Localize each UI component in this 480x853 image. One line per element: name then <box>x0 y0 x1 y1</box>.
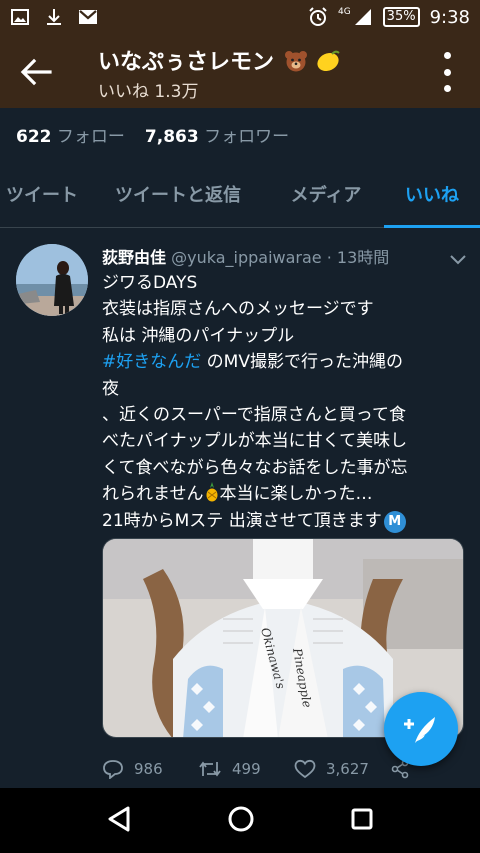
heart-icon <box>294 759 316 779</box>
profile-tabs: ツイート ツイートと返信 メディア いいね <box>0 160 480 228</box>
more-vertical-icon-dot <box>443 68 451 76</box>
header-separator: · <box>321 248 337 267</box>
more-vertical-icon <box>443 52 451 59</box>
lemon-icon <box>317 50 341 71</box>
tweet-text: ジワるDAYS 衣装は指原さんへのメッセージです 私は 沖縄のパイナップル #好… <box>102 270 466 534</box>
square-recents-icon <box>351 808 373 829</box>
tab-tweets-and-replies[interactable]: ツイートと返信 <box>88 160 268 228</box>
network-type: 4G <box>337 7 351 17</box>
tweet-line: 私は 沖縄のパイナップル <box>102 325 295 346</box>
alarm-icon <box>308 7 328 27</box>
circle-home-icon <box>228 806 254 831</box>
tweet-line: 夜 <box>102 378 119 399</box>
back-button[interactable] <box>18 54 54 90</box>
triangle-back-icon <box>108 806 130 831</box>
reply-count: 986 <box>134 760 163 778</box>
like-count: 3,627 <box>326 760 369 778</box>
tab-tweets[interactable]: ツイート <box>0 160 88 228</box>
android-nav-bar <box>0 788 480 853</box>
gmail-icon <box>78 7 98 27</box>
followers-label: フォロワー <box>204 126 290 147</box>
download-icon <box>44 7 64 27</box>
tweet-line: くて食べながら色々なお話をした事が忘 <box>102 457 408 478</box>
profile-counts: 622 フォロー 7,863 フォロワー <box>0 108 480 160</box>
author-handle[interactable]: @yuka_ippaiwarae <box>171 248 322 267</box>
nav-back-button[interactable] <box>106 805 132 837</box>
retweet-icon <box>199 761 221 777</box>
following-link[interactable]: 622 フォロー <box>16 122 125 147</box>
like-button[interactable]: 3,627 <box>294 759 390 779</box>
nav-recents-button[interactable] <box>350 807 374 835</box>
following-label: フォロー <box>56 126 125 147</box>
tab-media[interactable]: メディア <box>268 160 384 228</box>
avatar[interactable] <box>16 244 88 316</box>
tweet-line-rest: のMV撮影で行った沖縄の <box>201 352 403 373</box>
author-name[interactable]: 荻野由佳 <box>102 248 166 267</box>
more-options-button[interactable] <box>440 52 454 92</box>
arrow-back-icon <box>20 58 52 86</box>
tweet-line: 21時からMステ 出演させて頂きます M <box>102 508 466 534</box>
tweet-line: #好きなんだ のMV撮影で行った沖縄の <box>102 349 466 375</box>
tweet-line: べたパイナップルが本当に甘くて美味し <box>102 431 408 452</box>
tweet-line: ジワるDAYS <box>102 273 198 293</box>
tweet-header: 荻野由佳 @yuka_ippaiwarae · 13時間 <box>102 244 389 268</box>
tweet-line-part: 21時からMステ 出演させて頂きます <box>102 510 382 531</box>
tab-likes[interactable]: いいね <box>384 160 480 228</box>
tweet-time: 13時間 <box>336 248 390 267</box>
tweet-line-part: れられません <box>102 484 204 505</box>
following-count: 622 <box>16 126 52 147</box>
tweet-line-part: 本当に楽しかった… <box>219 484 373 505</box>
retweet-count: 499 <box>232 760 261 778</box>
image-icon <box>10 7 30 27</box>
nav-home-button[interactable] <box>227 805 255 837</box>
battery-icon: 35% <box>382 7 420 27</box>
pineapple-icon <box>206 482 217 502</box>
bear-icon <box>284 51 307 72</box>
followers-link[interactable]: 7,863 フォロワー <box>145 122 289 147</box>
compose-tweet-button[interactable] <box>384 692 458 766</box>
tweet-line: れられません 本当に楽しかった… <box>102 481 466 507</box>
more-vertical-icon-dot <box>443 85 451 92</box>
app-bar: いなぷぅさレモン いいね 1.3万 <box>0 34 480 108</box>
reply-icon <box>103 760 123 779</box>
followers-count: 7,863 <box>144 126 199 147</box>
compose-feather-icon <box>404 717 435 743</box>
tweet-line: 、近くのスーパーで指原さんと買って食 <box>102 405 406 426</box>
clock: 9:38 <box>429 6 470 28</box>
m-badge-icon: M <box>383 510 406 533</box>
status-bar: 4G 35% 9:38 <box>0 0 480 34</box>
signal-icon <box>353 7 373 27</box>
page-title: いなぷぅさレモン <box>98 44 341 76</box>
reply-button[interactable]: 986 <box>102 759 198 779</box>
hashtag-link[interactable]: #好きなんだ <box>102 352 201 372</box>
tweet-menu-button[interactable] <box>450 250 466 269</box>
chevron-down-icon <box>450 255 466 265</box>
tweet-line: 衣装は指原さんへのメッセージです <box>102 299 374 320</box>
page-title-text: いなぷぅさレモン <box>98 50 275 75</box>
likes-count-subtitle: いいね 1.3万 <box>98 82 199 102</box>
retweet-button[interactable]: 499 <box>198 760 294 778</box>
